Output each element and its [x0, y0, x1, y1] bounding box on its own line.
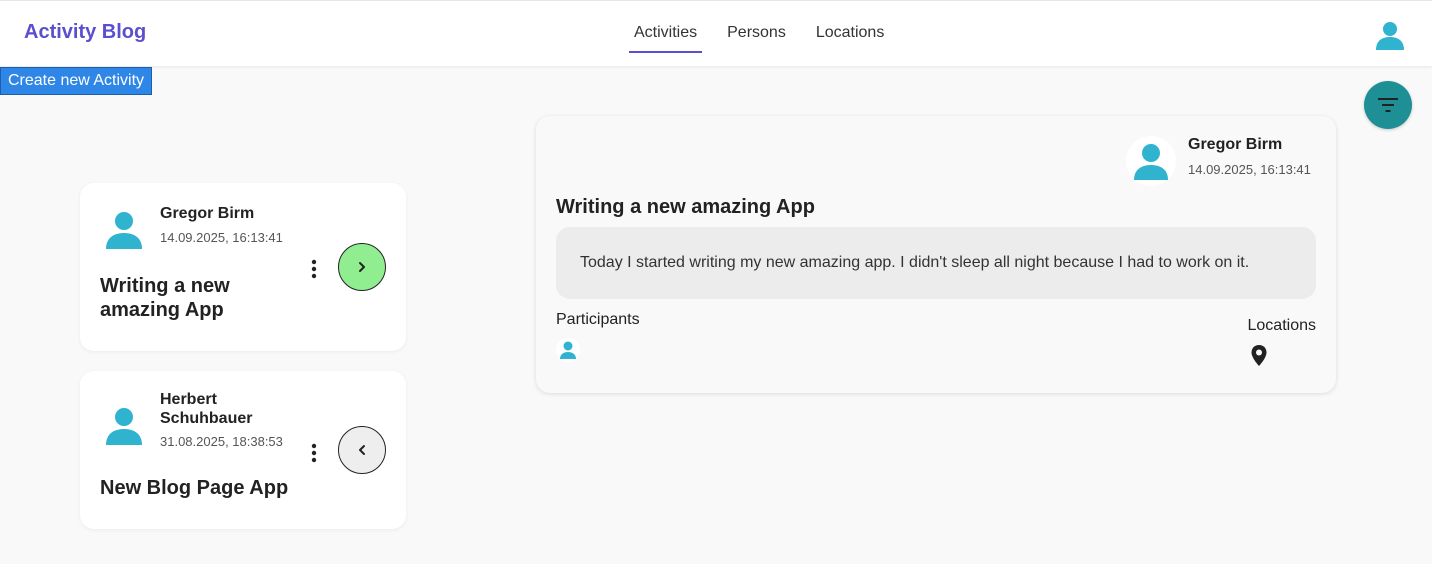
- open-activity-button[interactable]: [338, 243, 386, 291]
- chevron-right-icon: [359, 262, 365, 272]
- activity-card[interactable]: Gregor Birm 14.09.2025, 16:13:41 Writing…: [80, 183, 406, 351]
- brand-title[interactable]: Activity Blog: [24, 21, 146, 44]
- participants-label: Participants: [556, 311, 640, 328]
- detail-body: Today I started writing my new amazing a…: [556, 227, 1316, 299]
- activity-title: New Blog Page App: [100, 477, 289, 499]
- activity-title: Writing a new amazing App: [100, 275, 230, 321]
- create-activity-button[interactable]: Create new Activity: [0, 67, 153, 95]
- participant-avatar-icon[interactable]: [556, 338, 580, 362]
- activity-card[interactable]: Herbert Schuhbauer 31.08.2025, 18:38:53 …: [80, 371, 406, 529]
- user-avatar-icon: [106, 408, 142, 445]
- activity-date: 31.08.2025, 18:38:53: [160, 434, 283, 449]
- detail-title: Writing a new amazing App: [556, 196, 815, 218]
- detail-author: Gregor Birm: [1188, 136, 1283, 153]
- activity-author: Gregor Birm: [160, 205, 255, 222]
- activity-detail-panel: Gregor Birm 14.09.2025, 16:13:41 Writing…: [536, 116, 1336, 393]
- user-account-icon[interactable]: [1374, 19, 1406, 51]
- filter-icon: [1378, 98, 1398, 112]
- nav-tab-persons[interactable]: Persons: [722, 1, 791, 53]
- activity-date: 14.09.2025, 16:13:41: [160, 230, 283, 245]
- user-avatar-icon: [106, 212, 142, 249]
- more-vertical-icon[interactable]: [310, 442, 318, 464]
- chevron-left-icon: [359, 445, 365, 455]
- filter-button[interactable]: [1364, 81, 1412, 129]
- main-nav: Activities Persons Locations: [629, 1, 909, 67]
- map-pin-icon[interactable]: [1249, 344, 1269, 368]
- nav-tab-activities[interactable]: Activities: [629, 1, 703, 53]
- locations-label: Locations: [1247, 317, 1317, 334]
- nav-tab-locations[interactable]: Locations: [811, 1, 890, 53]
- detail-date: 14.09.2025, 16:13:41: [1188, 162, 1311, 177]
- activity-author: Herbert Schuhbauer: [160, 391, 253, 427]
- top-navigation-bar: Activity Blog Activities Persons Locatio…: [0, 0, 1432, 66]
- more-vertical-icon[interactable]: [310, 258, 318, 280]
- user-avatar-icon: [1126, 136, 1176, 186]
- close-activity-button[interactable]: [338, 426, 386, 474]
